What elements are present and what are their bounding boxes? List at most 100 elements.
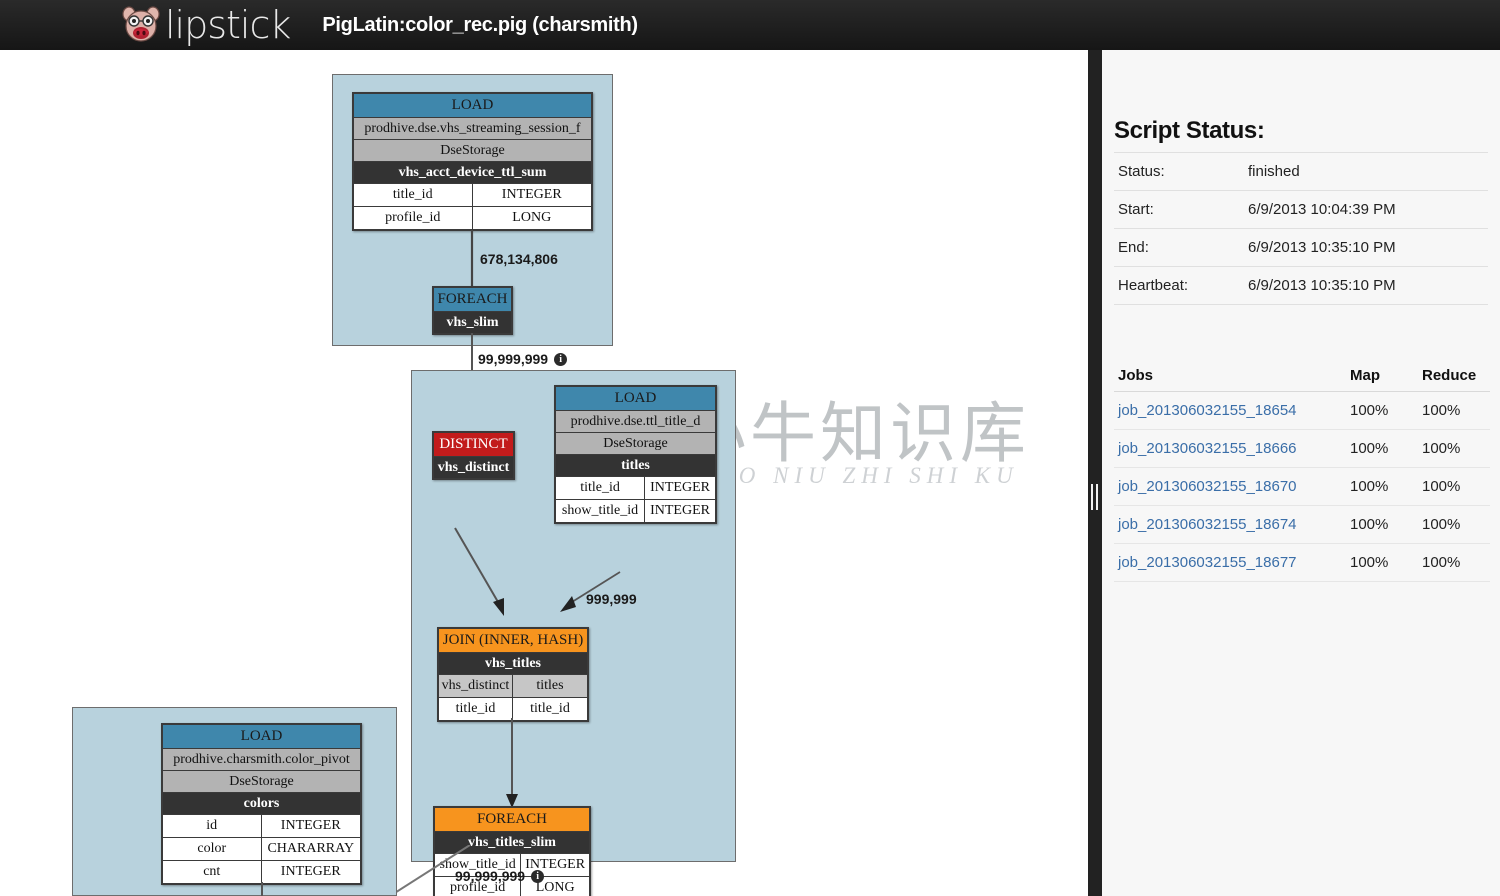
field-type: LONG — [473, 207, 592, 229]
status-row: Start: 6/9/2013 10:04:39 PM — [1114, 191, 1488, 229]
status-row: Status: finished — [1114, 153, 1488, 191]
node-foreach-vhs-slim[interactable]: FOREACH vhs_slim — [432, 286, 513, 335]
field-name: show_title_id — [556, 500, 645, 522]
status-value: 6/9/2013 10:04:39 PM — [1244, 191, 1488, 229]
node-join-header-row: vhs_distinct titles — [439, 675, 587, 698]
script-status-panel: Script Status: Status: finished Start: 6… — [1102, 50, 1500, 896]
status-key: Status: — [1114, 153, 1244, 191]
edge-join-to-foreach — [495, 718, 535, 810]
status-value: 6/9/2013 10:35:10 PM — [1244, 229, 1488, 267]
field-type: CHARARRAY — [262, 838, 361, 860]
join-right-key: title_id — [513, 698, 587, 720]
job-reduce-cell: 100% — [1418, 430, 1490, 468]
status-row: End: 6/9/2013 10:35:10 PM — [1114, 229, 1488, 267]
job-id-cell[interactable]: job_201306032155_18666 — [1114, 430, 1346, 468]
job-id-cell[interactable]: job_201306032155_18674 — [1114, 506, 1346, 544]
status-value: finished — [1244, 153, 1488, 191]
app-logo-text: lipstick — [165, 5, 290, 45]
graph-canvas[interactable]: 小牛知识库 XIAO NIU ZHI SHI KU LOAD prodhive.… — [0, 50, 1088, 896]
edge-label-foreach-to-distinct: 99,999,999 i — [478, 351, 567, 367]
table-row[interactable]: job_201306032155_18654 100% 100% — [1114, 392, 1490, 430]
job-id-cell[interactable]: job_201306032155_18670 — [1114, 468, 1346, 506]
node-alias: vhs_distinct — [434, 457, 513, 478]
table-row[interactable]: job_201306032155_18666 100% 100% — [1114, 430, 1490, 468]
edge-label-text: 99,999,999 — [455, 868, 525, 884]
status-key: Heartbeat: — [1114, 267, 1244, 305]
jobs-header-row: Jobs Map Reduce — [1114, 360, 1490, 392]
panel-splitter[interactable] — [1088, 50, 1102, 896]
node-alias: vhs_slim — [434, 312, 511, 333]
edge-label-titles-to-join: 999,999 — [586, 591, 637, 607]
job-map-cell: 100% — [1346, 392, 1418, 430]
node-title: LOAD — [163, 725, 360, 749]
job-map-cell: 100% — [1346, 430, 1418, 468]
node-storage: DseStorage — [354, 140, 591, 162]
job-reduce-cell: 100% — [1418, 392, 1490, 430]
node-alias: vhs_titles — [439, 653, 587, 675]
node-field-row: id INTEGER — [163, 815, 360, 838]
status-value: 6/9/2013 10:35:10 PM — [1244, 267, 1488, 305]
jobs-header-job: Jobs — [1114, 360, 1346, 392]
node-field-row: title_id INTEGER — [556, 477, 715, 500]
edge-label-text: 99,999,999 — [478, 351, 548, 367]
node-title: JOIN (INNER, HASH) — [439, 629, 587, 653]
splitter-grip-icon[interactable] — [1091, 484, 1099, 510]
info-icon[interactable]: i — [554, 353, 567, 366]
node-title: FOREACH — [434, 288, 511, 312]
job-reduce-cell: 100% — [1418, 544, 1490, 582]
field-name: title_id — [556, 477, 645, 499]
job-link[interactable]: job_201306032155_18666 — [1118, 440, 1297, 457]
jobs-header-reduce: Reduce — [1418, 360, 1490, 392]
node-load-titles[interactable]: LOAD prodhive.dse.ttl_title_d DseStorage… — [554, 385, 717, 524]
node-alias: vhs_acct_device_ttl_sum — [354, 162, 591, 184]
field-type: INTEGER — [262, 815, 361, 837]
field-type: INTEGER — [473, 184, 592, 206]
node-title: FOREACH — [435, 808, 589, 832]
node-title: LOAD — [354, 94, 591, 118]
table-row[interactable]: job_201306032155_18670 100% 100% — [1114, 468, 1490, 506]
job-id-cell[interactable]: job_201306032155_18677 — [1114, 544, 1346, 582]
job-reduce-cell: 100% — [1418, 506, 1490, 544]
node-source: prodhive.dse.vhs_streaming_session_f — [354, 118, 591, 140]
node-source: prodhive.charsmith.color_pivot — [163, 749, 360, 771]
job-map-cell: 100% — [1346, 544, 1418, 582]
panel-title: Script Status: — [1114, 117, 1264, 145]
node-join[interactable]: JOIN (INNER, HASH) vhs_titles vhs_distin… — [437, 627, 589, 722]
edge-colors-out — [248, 882, 278, 896]
node-field-row: color CHARARRAY — [163, 838, 360, 861]
node-alias: colors — [163, 793, 360, 815]
node-field-row: cnt INTEGER — [163, 861, 360, 883]
node-load-vhs[interactable]: LOAD prodhive.dse.vhs_streaming_session_… — [352, 92, 593, 231]
jobs-table: Jobs Map Reduce job_201306032155_18654 1… — [1114, 360, 1490, 582]
app-logo[interactable]: lipstick — [120, 5, 290, 45]
status-key: Start: — [1114, 191, 1244, 229]
node-storage: DseStorage — [556, 433, 715, 455]
join-left-alias: vhs_distinct — [439, 675, 513, 697]
table-row[interactable]: job_201306032155_18677 100% 100% — [1114, 544, 1490, 582]
node-alias: titles — [556, 455, 715, 477]
node-join-key-row: title_id title_id — [439, 698, 587, 720]
join-left-key: title_id — [439, 698, 513, 720]
job-link[interactable]: job_201306032155_18677 — [1118, 554, 1297, 571]
job-link[interactable]: job_201306032155_18654 — [1118, 402, 1297, 419]
join-right-alias: titles — [513, 675, 587, 697]
jobs-header-map: Map — [1346, 360, 1418, 392]
job-id-cell[interactable]: job_201306032155_18654 — [1114, 392, 1346, 430]
job-map-cell: 100% — [1346, 468, 1418, 506]
job-map-cell: 100% — [1346, 506, 1418, 544]
node-field-row: show_title_id INTEGER — [556, 500, 715, 522]
job-link[interactable]: job_201306032155_18670 — [1118, 478, 1297, 495]
edge-label-text: 678,134,806 — [480, 251, 558, 267]
field-type: INTEGER — [262, 861, 361, 883]
job-link[interactable]: job_201306032155_18674 — [1118, 516, 1297, 533]
field-name: profile_id — [354, 207, 473, 229]
field-type: INTEGER — [645, 477, 715, 499]
info-icon[interactable]: i — [531, 870, 544, 883]
node-field-row: title_id INTEGER — [354, 184, 591, 207]
field-name: cnt — [163, 861, 262, 883]
table-row[interactable]: job_201306032155_18674 100% 100% — [1114, 506, 1490, 544]
node-distinct[interactable]: DISTINCT vhs_distinct — [432, 431, 515, 480]
node-title: LOAD — [556, 387, 715, 411]
node-source: prodhive.dse.ttl_title_d — [556, 411, 715, 433]
node-load-colors[interactable]: LOAD prodhive.charsmith.color_pivot DseS… — [161, 723, 362, 885]
